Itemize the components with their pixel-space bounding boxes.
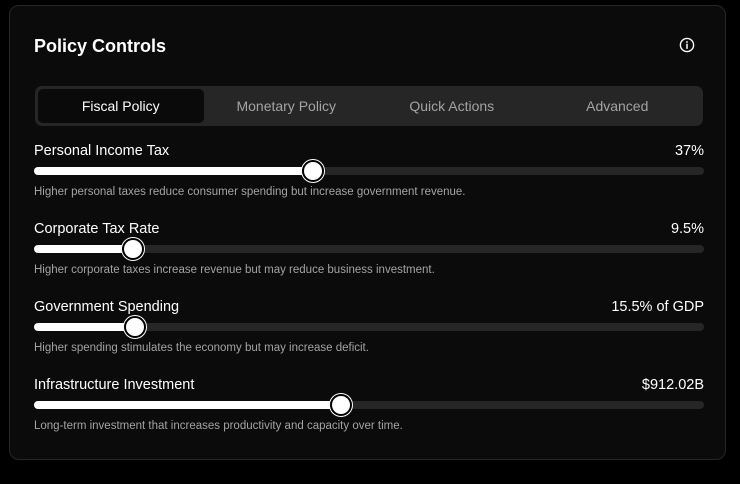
slider-thumb[interactable] bbox=[121, 238, 144, 260]
control-description: Higher personal taxes reduce consumer sp… bbox=[34, 186, 466, 198]
slider-thumb[interactable] bbox=[123, 316, 146, 338]
corporate-tax-rate-control: Corporate Tax Rate 9.5% Higher corporate… bbox=[34, 221, 704, 283]
slider-fill bbox=[34, 167, 313, 175]
panel-title: Policy Controls bbox=[34, 36, 167, 56]
slider-track[interactable] bbox=[34, 316, 704, 338]
control-label: Personal Income Tax bbox=[34, 143, 170, 159]
policy-controls-panel: Policy Controls Fiscal Policy Monetary P… bbox=[9, 5, 726, 460]
slider-thumb[interactable] bbox=[329, 394, 352, 416]
slider-fill bbox=[34, 401, 340, 409]
slider-fill bbox=[34, 323, 134, 331]
control-value: $912.02B bbox=[641, 377, 704, 393]
tab-advanced[interactable]: Advanced bbox=[535, 89, 701, 123]
info-icon[interactable] bbox=[679, 37, 695, 53]
control-description: Higher spending stimulates the economy b… bbox=[34, 342, 369, 354]
control-description: Long-term investment that increases prod… bbox=[34, 420, 403, 432]
government-spending-control: Government Spending 15.5% of GDP Higher … bbox=[34, 299, 704, 361]
tab-monetary-policy[interactable]: Monetary Policy bbox=[204, 89, 370, 123]
slider-track[interactable] bbox=[34, 394, 704, 416]
tab-quick-actions[interactable]: Quick Actions bbox=[369, 89, 535, 123]
control-label: Government Spending bbox=[34, 299, 180, 315]
control-label: Infrastructure Investment bbox=[34, 377, 195, 393]
control-value: 15.5% of GDP bbox=[611, 299, 704, 315]
infrastructure-investment-control: Infrastructure Investment $912.02B Long-… bbox=[34, 377, 704, 439]
tab-fiscal-policy[interactable]: Fiscal Policy bbox=[38, 89, 204, 123]
policy-tabs: Fiscal Policy Monetary Policy Quick Acti… bbox=[35, 86, 703, 126]
slider-fill bbox=[34, 245, 132, 253]
slider-thumb[interactable] bbox=[302, 160, 325, 182]
control-description: Higher corporate taxes increase revenue … bbox=[34, 264, 435, 276]
control-label: Corporate Tax Rate bbox=[34, 221, 160, 237]
slider-track[interactable] bbox=[34, 238, 704, 260]
slider-track[interactable] bbox=[34, 160, 704, 182]
personal-income-tax-control: Personal Income Tax 37% Higher personal … bbox=[34, 143, 704, 205]
control-value: 9.5% bbox=[670, 221, 704, 237]
control-value: 37% bbox=[674, 143, 704, 159]
